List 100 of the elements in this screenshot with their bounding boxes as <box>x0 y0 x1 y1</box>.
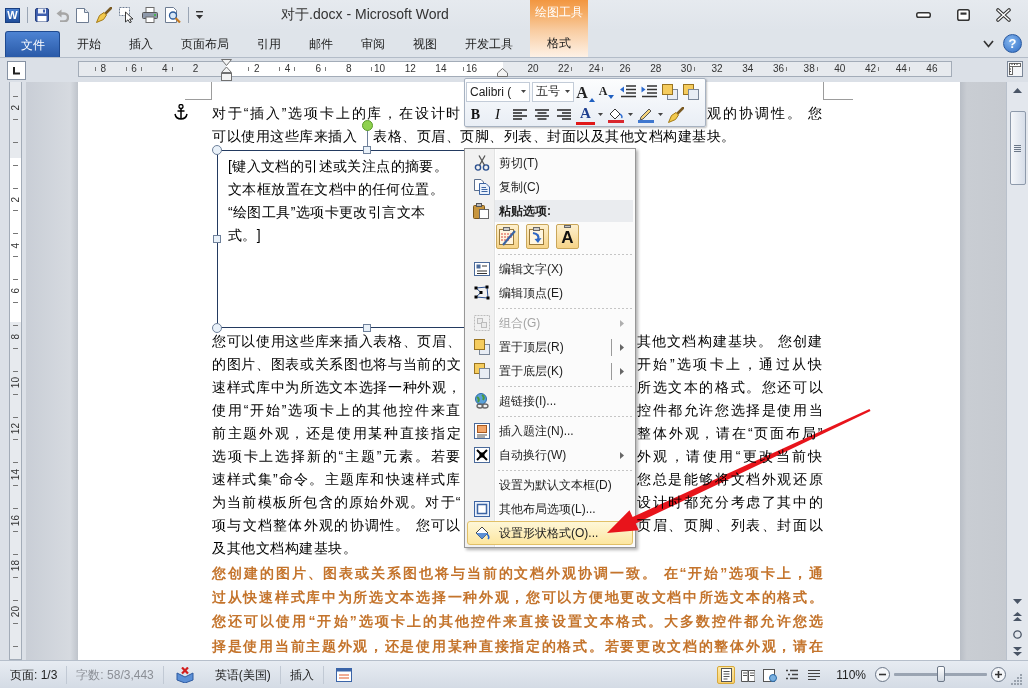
ribbon-tab[interactable]: 开发工具 <box>450 31 527 57</box>
align-center-icon[interactable] <box>534 109 549 120</box>
ribbon-tab[interactable]: 插入 <box>114 31 167 57</box>
menu-item[interactable]: 剪切(T) <box>467 151 633 175</box>
status-text[interactable]: 插入 <box>280 665 324 684</box>
body-text-fragment: 使用“开始”选项卡上的其他控件来直 <box>212 400 461 420</box>
book-icon[interactable] <box>175 666 194 683</box>
menu-item[interactable]: 设置为默认文本框(D) <box>467 473 633 497</box>
grip-icon <box>1014 144 1021 152</box>
menu-item[interactable]: 超链接(I)... <box>467 389 633 413</box>
align-left-icon[interactable] <box>512 109 527 120</box>
stacked-squares-icon[interactable] <box>682 83 699 100</box>
tab-stop-icon[interactable] <box>7 61 26 80</box>
menu-item[interactable]: 编辑顶点(E) <box>467 281 633 305</box>
grow-font-button[interactable]: A <box>576 81 595 102</box>
menu-item[interactable]: 置于顶层(R) <box>467 335 633 359</box>
menu-item[interactable]: 设置形状格式(O)... <box>467 521 633 545</box>
ruler-number: 32 <box>709 63 725 75</box>
italic-button[interactable]: I <box>488 104 507 125</box>
font-size-field[interactable]: 五号 <box>532 81 574 102</box>
vertical-ruler[interactable]: 2 2 4 6 8 10 12 14 16 18 20 <box>9 82 22 660</box>
arrow-down-icon[interactable] <box>1013 598 1022 604</box>
print-preview-icon[interactable] <box>165 7 181 23</box>
stacked-squares-icon <box>474 339 490 355</box>
shrink-font-button[interactable]: A <box>597 81 616 102</box>
window-icon[interactable] <box>335 667 352 682</box>
print-icon[interactable] <box>142 7 158 23</box>
menu-item[interactable]: 复制(C) <box>467 175 633 199</box>
status-text[interactable]: 英语(美国) <box>205 665 281 684</box>
zoom-out-icon[interactable] <box>875 667 890 682</box>
app-logo[interactable]: W <box>5 7 20 23</box>
caret-icon[interactable] <box>628 113 633 116</box>
body-text-fragment: 整体外观，请在“页面布局” <box>637 423 823 443</box>
group-icon <box>474 315 490 331</box>
resize-handle[interactable] <box>363 324 371 332</box>
resize-grip-icon[interactable] <box>1011 674 1022 685</box>
resize-handle[interactable] <box>213 235 221 243</box>
ring-icon[interactable] <box>1013 629 1022 639</box>
ribbon-tab[interactable]: 开始 <box>62 31 115 57</box>
resize-handle[interactable] <box>212 323 222 333</box>
resize-handle[interactable] <box>363 146 371 154</box>
scroll-thumb[interactable] <box>1009 111 1026 185</box>
paintbrush-icon[interactable] <box>96 7 112 23</box>
submenu-arrow-icon <box>620 367 624 375</box>
close-icon[interactable] <box>996 8 1011 22</box>
ribbon-tab[interactable]: 审阅 <box>346 31 399 57</box>
paste-option-button[interactable] <box>526 224 549 249</box>
ribbon-tab[interactable]: 视图 <box>398 31 451 57</box>
outdent-icon[interactable] <box>619 85 636 98</box>
triangle-down-icon <box>608 94 615 99</box>
minimize-icon[interactable] <box>916 12 931 18</box>
indent-icon[interactable] <box>640 85 657 98</box>
chevron-icon[interactable] <box>983 39 994 48</box>
double-arrow-up-icon[interactable] <box>1013 612 1022 621</box>
pencil-icon[interactable] <box>637 106 654 123</box>
ruler-number: 18 <box>10 560 21 572</box>
ruler-number: 36 <box>770 63 787 75</box>
ribbon-tab[interactable]: 引用 <box>242 31 295 57</box>
font-color-button[interactable]: A <box>576 104 595 125</box>
paintbrush-icon[interactable] <box>667 106 684 123</box>
caret-icon[interactable] <box>658 113 663 116</box>
ruler-icon[interactable] <box>1007 61 1023 77</box>
caret-icon[interactable] <box>196 11 203 19</box>
menu-item[interactable]: 编辑文字(X) <box>467 257 633 281</box>
menu-item[interactable]: 插入题注(N)... <box>467 419 633 443</box>
ruler-number: 4 <box>10 242 21 249</box>
paste-option-button[interactable] <box>496 224 519 249</box>
zoom-level-button[interactable]: 110% <box>836 667 866 682</box>
menu-item[interactable]: 其他布局选项(L)... <box>467 497 633 521</box>
vertical-scrollbar[interactable] <box>1006 82 1028 660</box>
font-field[interactable]: Calibri ( <box>466 81 530 102</box>
caret-icon <box>521 90 526 93</box>
arrow-up-icon[interactable] <box>1013 88 1022 93</box>
pointer-icon[interactable] <box>119 7 135 23</box>
slider-thumb[interactable] <box>937 666 946 682</box>
stacked-squares-icon[interactable] <box>661 83 678 100</box>
ribbon-tab[interactable]: 邮件 <box>294 31 347 57</box>
status-text[interactable]: 页面: 1/3 <box>1 665 68 684</box>
paste-option-button[interactable]: A <box>556 224 579 249</box>
book-view-icon <box>741 667 756 682</box>
rotation-handle[interactable] <box>361 120 373 147</box>
body-text-line: 及其他文档构建基块。 <box>212 538 357 558</box>
view-button[interactable] <box>717 665 736 684</box>
resize-handle[interactable] <box>212 145 222 155</box>
ribbon-tab[interactable]: 页面布局 <box>166 31 243 57</box>
bold-button[interactable]: B <box>466 104 485 125</box>
paint-bucket-icon <box>474 525 490 541</box>
new-document-icon[interactable] <box>76 7 89 23</box>
double-arrow-down-icon[interactable] <box>1013 647 1022 656</box>
menu-item[interactable]: 置于底层(K) <box>467 359 633 383</box>
zoom-in-icon[interactable] <box>991 667 1006 682</box>
caret-icon[interactable] <box>598 113 603 116</box>
paint-bucket-icon[interactable] <box>607 106 624 123</box>
save-icon[interactable] <box>35 8 49 22</box>
align-right-icon[interactable] <box>556 109 571 120</box>
file-tab[interactable]: 文件 <box>5 31 60 57</box>
menu-item[interactable]: 自动换行(W) <box>467 443 633 467</box>
maximize-icon[interactable] <box>957 9 970 21</box>
indent-marker-icon[interactable] <box>220 59 232 81</box>
caption-icon <box>474 423 490 439</box>
